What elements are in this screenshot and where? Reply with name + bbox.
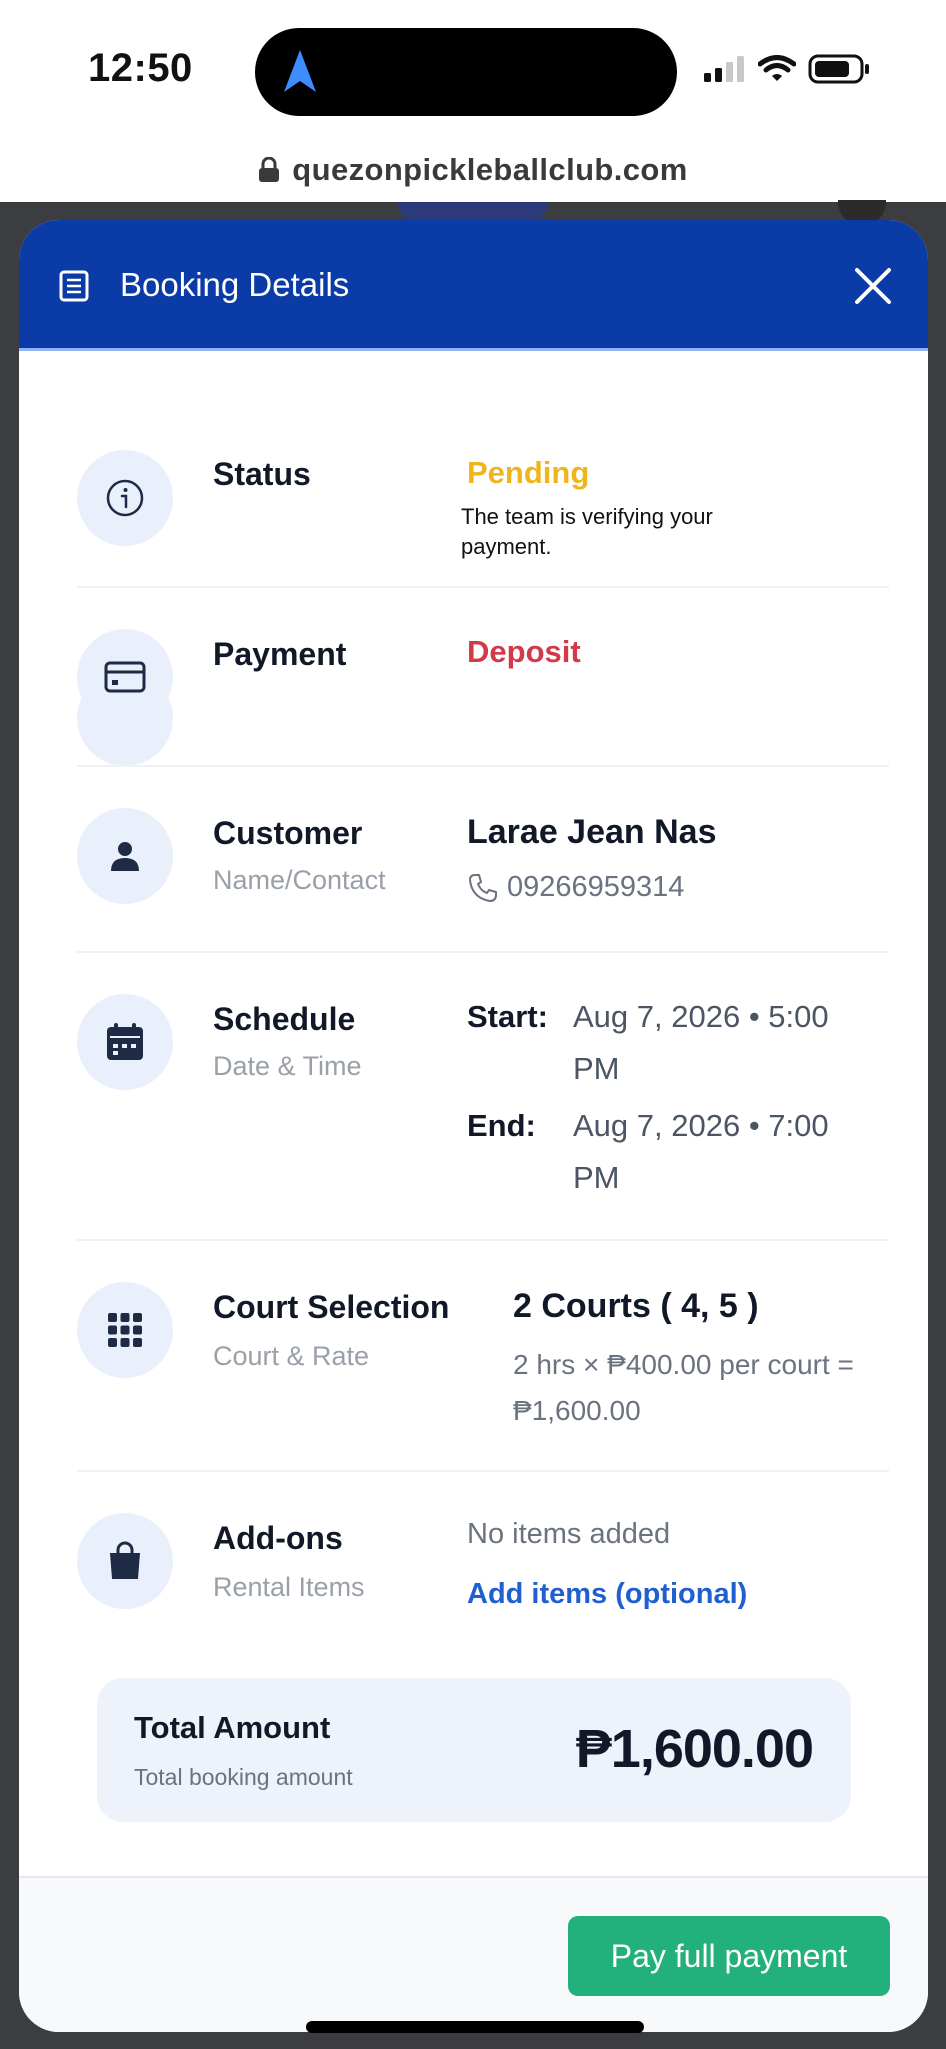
- status-label: Status: [213, 456, 311, 492]
- modal-header: Booking Details: [19, 220, 928, 348]
- total-label: Total Amount: [134, 1710, 331, 1745]
- bag-icon: [77, 1513, 173, 1609]
- divider: [77, 1239, 889, 1241]
- schedule-end-value: Aug 7, 2026 • 7:00 PM: [573, 1108, 829, 1195]
- total-sublabel: Total booking amount: [134, 1764, 353, 1790]
- person-icon: [77, 808, 173, 904]
- schedule-label: Schedule: [213, 1001, 356, 1037]
- credit-card-icon: [77, 629, 173, 725]
- navigation-arrow-icon: [284, 50, 316, 92]
- court-sublabel: Court & Rate: [213, 1341, 370, 1371]
- customer-sublabel: Name/Contact: [213, 865, 386, 895]
- grid-icon: [77, 1282, 173, 1378]
- divider: [77, 951, 889, 953]
- status-note: The team is verifying your payment.: [461, 504, 713, 559]
- status-icons: [704, 54, 870, 84]
- battery-icon: [808, 54, 869, 84]
- total-value: ₱1,600.00: [575, 1719, 814, 1779]
- calendar-icon: [77, 994, 173, 1090]
- add-items-link[interactable]: Add items (optional): [467, 1578, 747, 1611]
- phone-screen: 12:50 quezonpickleballclub.com Booking D…: [0, 0, 946, 2049]
- pay-full-payment-button[interactable]: Pay full payment: [568, 1916, 890, 1996]
- home-indicator[interactable]: [306, 2021, 644, 2033]
- divider: [77, 765, 889, 767]
- schedule-sublabel: Date & Time: [213, 1051, 362, 1081]
- schedule-start-label: Start:: [467, 999, 548, 1034]
- divider: [77, 586, 889, 588]
- schedule-end-label: End:: [467, 1108, 536, 1143]
- phone-number: 09266959314: [507, 871, 685, 903]
- dynamic-island: [255, 28, 677, 116]
- addons-label: Add-ons: [213, 1520, 343, 1556]
- court-title: 2 Courts ( 4, 5 ): [513, 1287, 759, 1325]
- status-time: 12:50: [88, 46, 193, 90]
- receipt-icon: [59, 270, 89, 302]
- total-amount-card: Total Amount Total booking amount ₱1,600…: [97, 1678, 851, 1822]
- customer-phone[interactable]: 09266959314: [467, 871, 684, 904]
- status-value: Pending: [467, 455, 590, 490]
- divider: [77, 1470, 889, 1472]
- payment-label: Payment: [213, 636, 347, 672]
- addons-sublabel: Rental Items: [213, 1572, 365, 1602]
- customer-name: Larae Jean Nas: [467, 813, 717, 851]
- info-icon: [77, 450, 173, 546]
- lock-icon: [259, 157, 280, 182]
- modal-title: Booking Details: [120, 266, 350, 303]
- address-bar[interactable]: quezonpickleballclub.com: [0, 152, 946, 188]
- close-icon[interactable]: [851, 264, 895, 308]
- court-label: Court Selection: [213, 1289, 450, 1325]
- signal-icon: [704, 56, 744, 82]
- header-accent-line: [19, 348, 928, 351]
- wifi-icon: [758, 55, 796, 81]
- customer-label: Customer: [213, 815, 363, 851]
- phone-icon: [469, 873, 497, 902]
- payment-value: Deposit: [467, 634, 581, 669]
- booking-details-modal: Booking Details Status Pending The team …: [19, 220, 928, 2032]
- url-text: quezonpickleballclub.com: [292, 152, 688, 187]
- addons-empty: No items added: [467, 1518, 671, 1550]
- schedule-start-value: Aug 7, 2026 • 5:00 PM: [573, 999, 829, 1086]
- court-calculation: 2 hrs × ₱400.00 per court = ₱1,600.00: [513, 1349, 854, 1426]
